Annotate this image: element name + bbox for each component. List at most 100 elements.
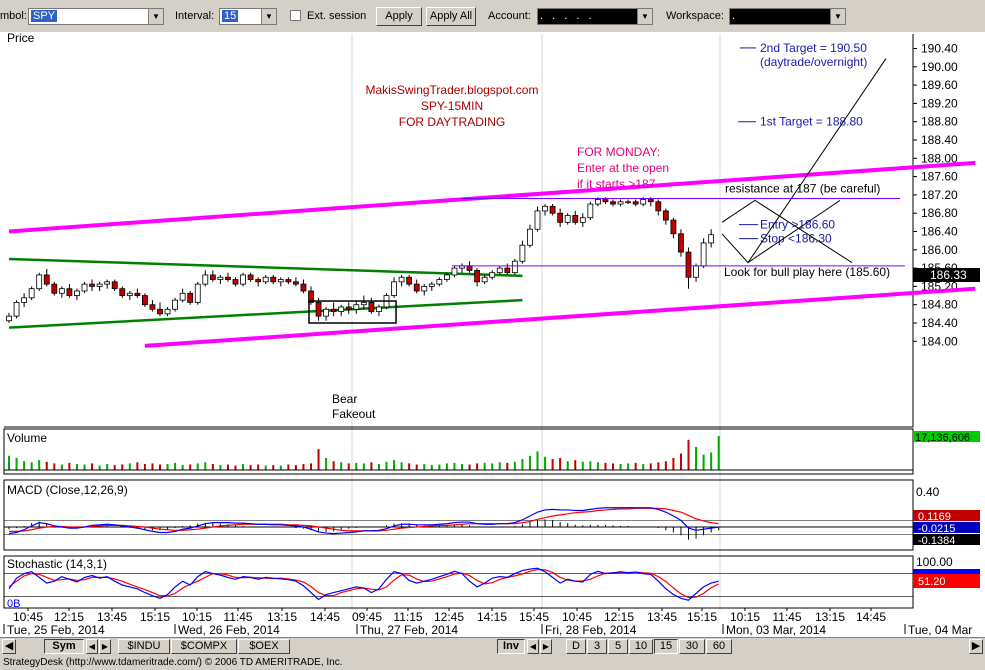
candle-body — [595, 199, 601, 205]
price-tick-label: 187.60 — [921, 170, 958, 184]
candle-body — [700, 242, 707, 267]
candle-body — [134, 292, 141, 296]
workspace-value: . — [732, 10, 736, 22]
volume-bar — [415, 464, 418, 470]
candle-body — [421, 285, 428, 292]
scroll-right-button[interactable]: ▶ — [969, 639, 983, 654]
volume-bar — [68, 462, 71, 470]
interval-tab-3[interactable]: 3 — [587, 639, 607, 654]
x-time-label: 15:15 — [687, 610, 717, 624]
volume-bar — [453, 462, 456, 470]
volume-bar — [30, 462, 33, 470]
candle-body — [43, 274, 50, 285]
candle-body — [66, 288, 73, 296]
volume-bar — [581, 461, 584, 470]
candle-body — [126, 292, 133, 296]
candle-body — [391, 281, 397, 296]
volume-bar — [234, 465, 237, 470]
volume-bar — [551, 459, 554, 470]
candle-body — [413, 283, 420, 292]
interval-tab-5[interactable]: 5 — [608, 639, 628, 654]
candle-body — [338, 306, 345, 312]
chevron-down-icon[interactable]: ▼ — [830, 9, 845, 24]
macd-signal-readout: -0.0215 — [918, 523, 955, 535]
candle-body — [376, 306, 382, 312]
volume-bar — [287, 464, 290, 470]
apply-button[interactable]: Apply — [376, 7, 422, 26]
interval-tab-60[interactable]: 60 — [706, 639, 732, 654]
x-time-label: 10:45 — [562, 610, 592, 624]
interval-tab-10[interactable]: 10 — [629, 639, 653, 654]
candle-body — [481, 276, 488, 283]
symbol-combo[interactable]: SPY ▼ — [28, 8, 164, 25]
candle-body — [51, 283, 58, 294]
x-time-label: 13:45 — [647, 610, 677, 624]
candle-body — [119, 288, 126, 296]
volume-bar — [672, 457, 675, 470]
price-tick-label: 186.00 — [921, 243, 958, 257]
interval-label: Interval: — [175, 10, 215, 22]
account-combo[interactable]: . . . . . ▼ — [537, 8, 653, 25]
chevron-down-icon[interactable]: ▼ — [148, 9, 163, 24]
interval-tab-30[interactable]: 30 — [679, 639, 705, 654]
workspace-combo[interactable]: . ▼ — [729, 8, 846, 25]
volume-bar — [317, 449, 320, 470]
inv-tab[interactable]: Inv — [497, 639, 525, 654]
volume-bar — [400, 462, 403, 470]
volume-bar — [136, 462, 139, 470]
inv-prev-button[interactable]: ◀ — [527, 639, 539, 654]
scroll-left-button[interactable]: ◀ — [2, 639, 16, 654]
chevron-down-icon[interactable]: ▼ — [637, 9, 652, 24]
candle-body — [398, 276, 405, 283]
volume-bar — [340, 462, 343, 470]
candle-body — [564, 215, 571, 223]
symbol-tab-indu[interactable]: $INDU — [118, 639, 170, 654]
candle-body — [685, 251, 692, 278]
ext-session-checkbox[interactable] — [290, 10, 301, 21]
candle-body — [157, 308, 163, 315]
last-price: 186.33 — [930, 268, 967, 282]
price-tick-label: 184.40 — [921, 316, 958, 330]
blog-title-line: SPY-15MIN — [421, 99, 483, 113]
volume-bar — [710, 452, 713, 470]
volume-bar — [242, 463, 245, 470]
volume-bar — [362, 463, 365, 470]
interval-tab-d[interactable]: D — [566, 639, 586, 654]
candle-body — [632, 201, 639, 205]
volume-bar — [377, 463, 380, 470]
x-time-label: 11:15 — [393, 610, 422, 624]
volume-bar — [702, 454, 705, 470]
symbol-tab-oex[interactable]: $OEX — [238, 639, 290, 654]
candle-body — [21, 297, 28, 303]
price-tick-label: 184.80 — [921, 298, 958, 312]
price-tick-label: 186.80 — [921, 206, 958, 220]
workspace-label: Workspace: — [666, 10, 724, 22]
x-date-label: Mon, 03 Mar, 2014 — [726, 623, 826, 637]
candle-body — [451, 267, 458, 276]
inv-next-button[interactable]: ▶ — [540, 639, 552, 654]
macd-hist-readout: -0.1384 — [918, 535, 955, 547]
interval-combo[interactable]: 15 ▼ — [219, 8, 277, 25]
volume-panel-title: Volume — [7, 431, 47, 445]
symbol-tab-compx[interactable]: $COMPX — [171, 639, 237, 654]
volume-bar — [566, 461, 569, 470]
x-time-label: 10:45 — [13, 610, 43, 624]
price-tick-label: 189.60 — [921, 78, 958, 92]
x-date-label: Fri, 28 Feb, 2014 — [545, 623, 637, 637]
sym-prev-button[interactable]: ◀ — [86, 639, 98, 654]
volume-bar — [121, 464, 124, 470]
chevron-down-icon[interactable]: ▼ — [261, 9, 276, 24]
interval-tab-15[interactable]: 15 — [654, 639, 678, 654]
sym-next-button[interactable]: ▶ — [99, 639, 111, 654]
candle-body — [217, 276, 224, 280]
target2-sublabel: (daytrade/overnight) — [760, 55, 867, 69]
candle-body — [172, 299, 179, 310]
candle-body — [58, 288, 65, 294]
chart-area[interactable]: 184.00184.40184.80185.20185.60186.00186.… — [0, 32, 985, 637]
account-value: . . . . . — [540, 10, 595, 22]
stoch-axis-label: 100.00 — [916, 555, 953, 569]
sym-tab[interactable]: Sym — [44, 639, 84, 654]
stoch-readout: 51.20 — [918, 576, 946, 588]
macd-panel-title: MACD (Close,12,26,9) — [7, 483, 128, 497]
apply-all-button[interactable]: Apply All — [426, 7, 476, 26]
